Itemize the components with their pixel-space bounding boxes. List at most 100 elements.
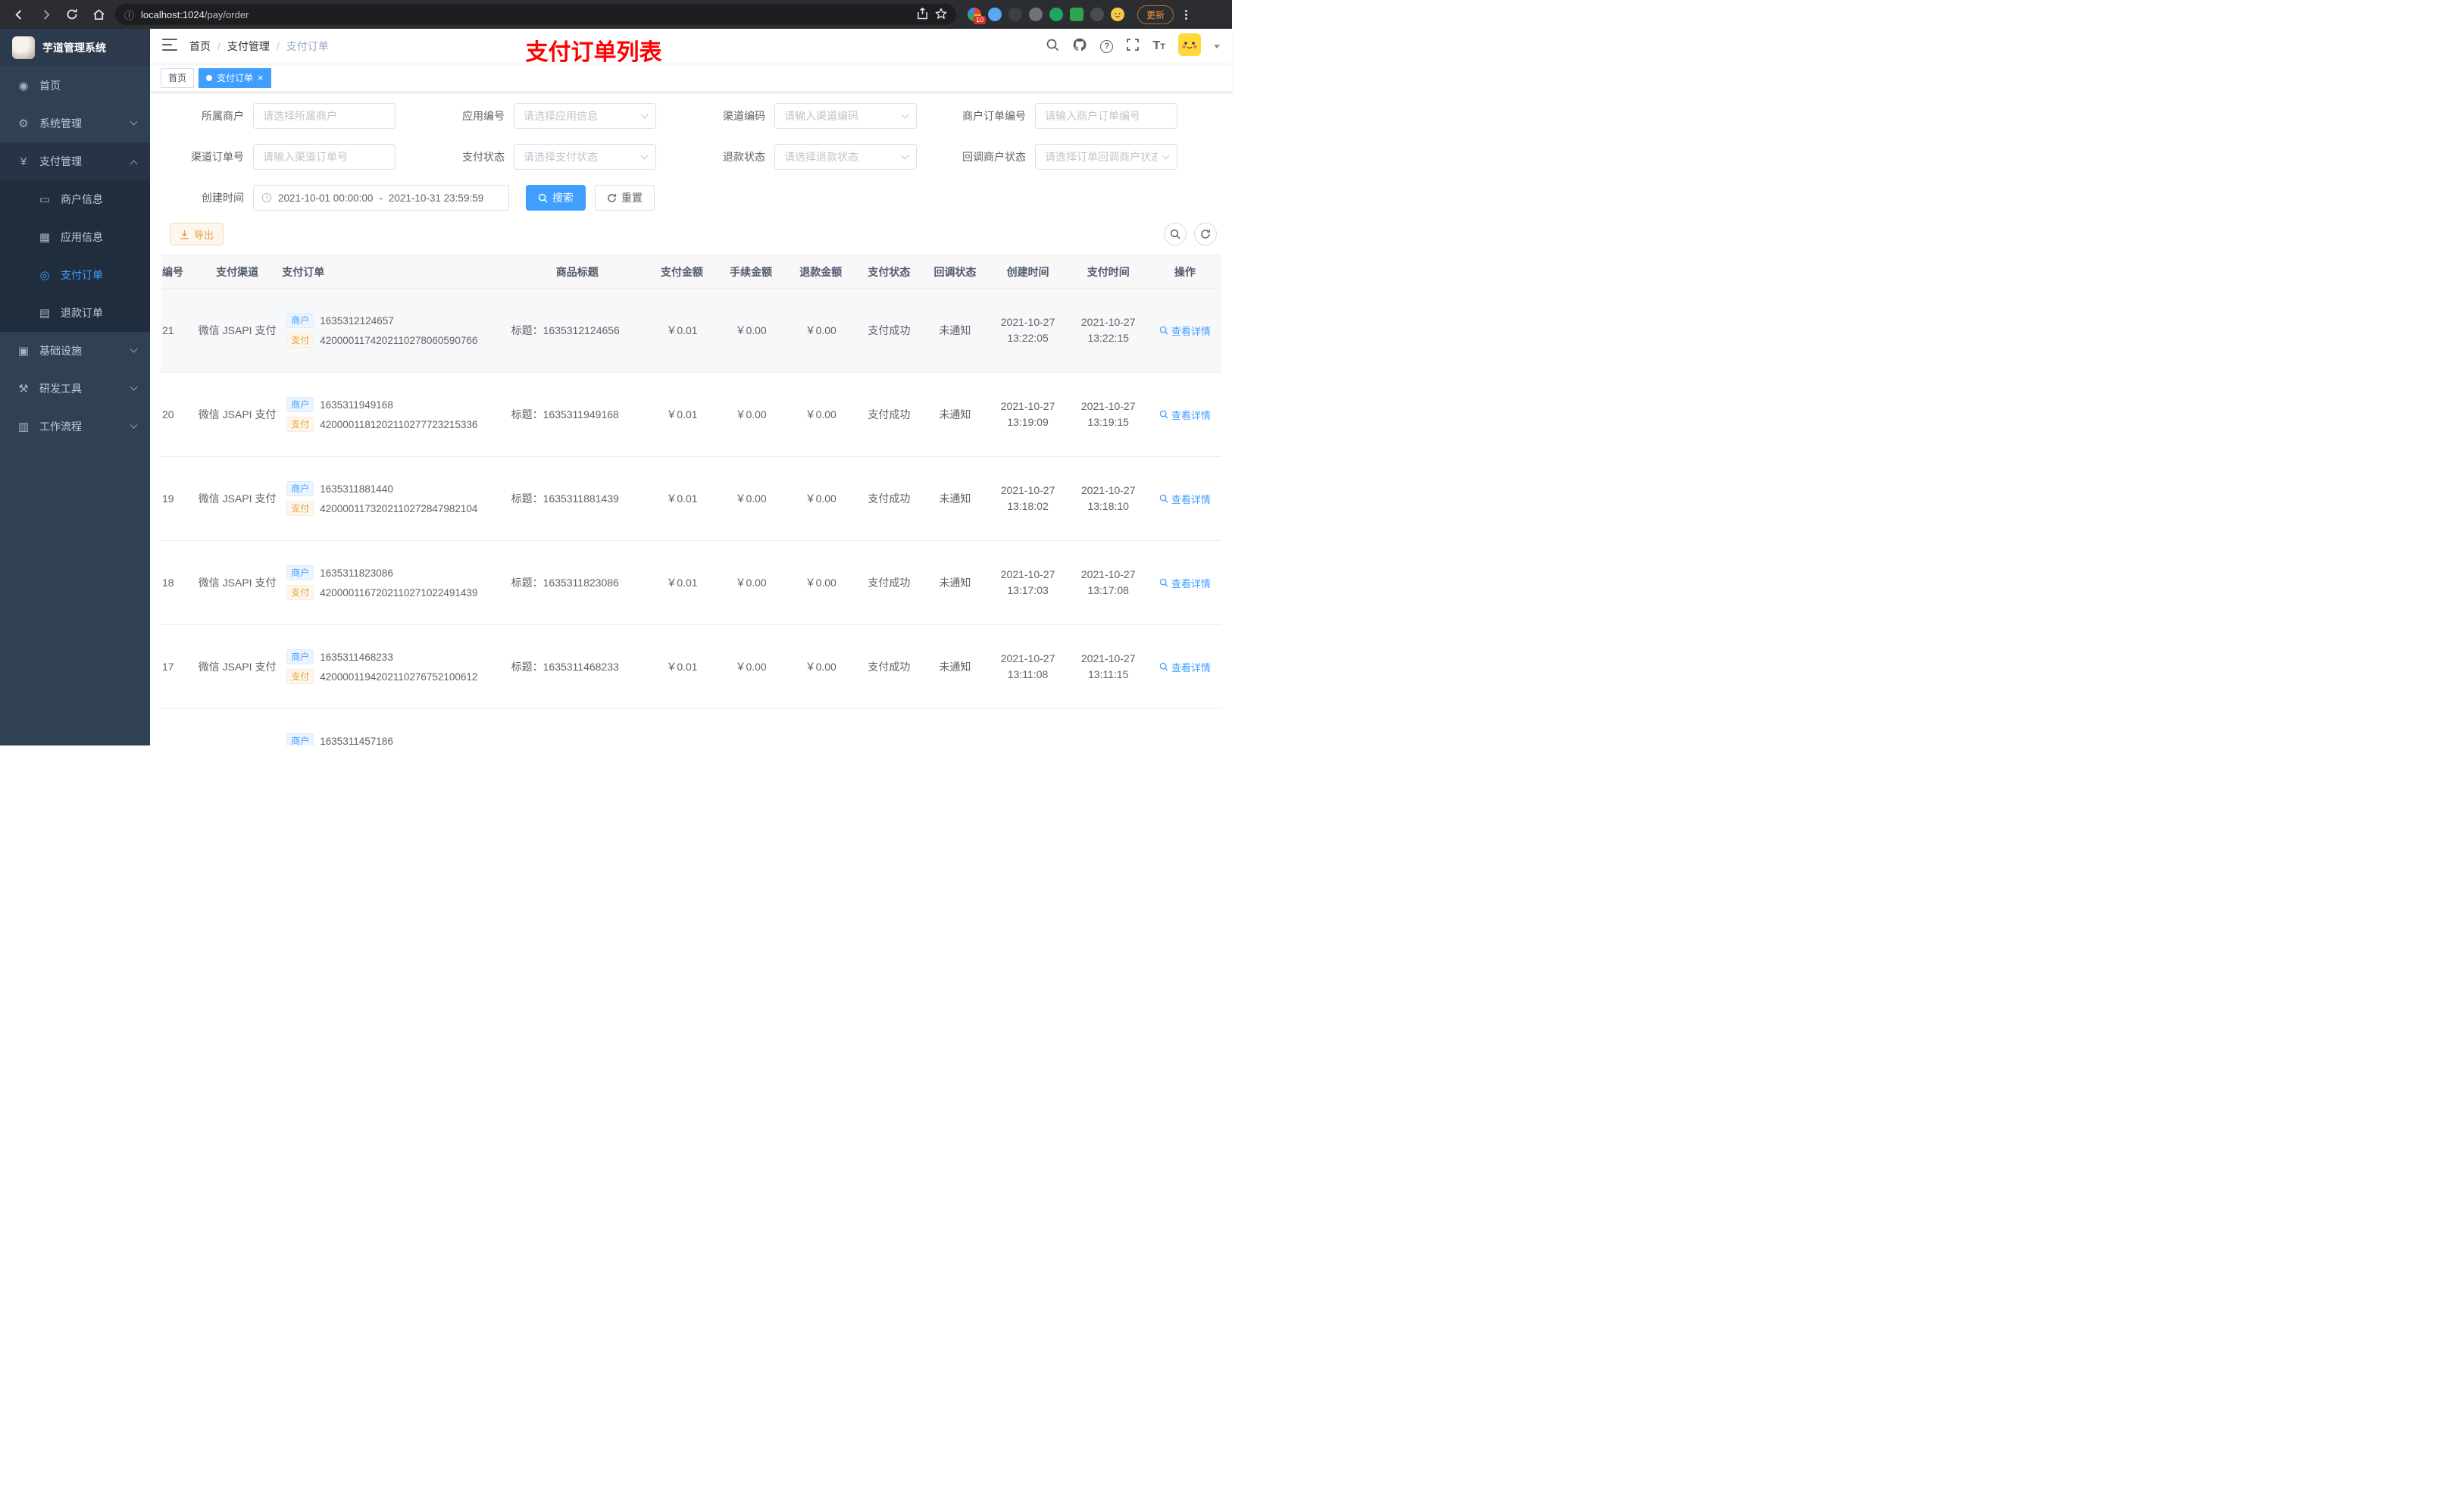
tab-home[interactable]: 首页 [161,67,195,88]
pay-tag: 支付 [286,501,314,516]
breadcrumb-current: 支付订单 [286,40,329,52]
merchant-order-label: 商户订单编号 [962,110,1026,122]
pay-channel: 微信 JSAPI 支付 [192,288,283,373]
refund-amount: ￥0.00 [786,288,856,373]
date-range-picker[interactable]: 2021-10-01 00:00:00 - 2021-10-31 23:59:5… [253,185,509,211]
pay-order-cell: 商户 1635311949168 支付 4200001181202110277723… [282,372,507,457]
close-icon[interactable]: × [258,73,264,83]
export-button[interactable]: 导出 [170,223,224,245]
view-detail-link[interactable]: 查看详情 [1159,492,1211,506]
extension-icon-1[interactable]: 10 [968,8,986,24]
tools-icon: ⚒ [18,383,29,395]
sidebar-item-system[interactable]: ⚙ 系统管理 [0,105,150,142]
sidebar-item-merchant-info[interactable]: ▭ 商户信息 [0,180,150,218]
clock-icon [261,192,272,203]
tab-pay-order[interactable]: 支付订单 × [199,67,271,88]
pay-time: 2021-10-27 13:19:15 [1068,372,1149,457]
extensions-puzzle-icon[interactable] [1090,8,1104,21]
view-detail-link[interactable]: 查看详情 [1159,660,1211,674]
search-button[interactable]: 搜索 [526,185,586,211]
notify-status-select[interactable]: 请选择订单回调商户状态 [1035,144,1177,170]
refund-status-select[interactable]: 请选择退款状态 [774,144,917,170]
merchant-tag: 商户 [286,313,314,328]
channel-order-input[interactable] [253,144,396,170]
view-detail-link[interactable]: 查看详情 [1159,324,1211,338]
extension-icon-4[interactable] [1029,8,1043,21]
browser-reload-icon[interactable] [62,5,82,24]
sidebar-item-infrastructure[interactable]: ▣ 基础设施 [0,332,150,370]
address-bar[interactable]: ⓘ localhost:1024/pay/order [115,4,956,25]
notify-status: 未通知 [922,288,988,373]
share-icon[interactable] [917,7,928,22]
dashboard-icon: ◉ [18,80,29,92]
table-row: 20 微信 JSAPI 支付 商户 1635311949168 支付 4200001… [161,372,1221,457]
browser-update-button[interactable]: 更新 [1137,5,1174,24]
product-title: 标题：1635311468233 [506,624,648,709]
chevron-down-icon [640,111,649,119]
fullscreen-icon[interactable] [1126,38,1140,55]
sidebar-item-pay-order[interactable]: ◎ 支付订单 [0,256,150,294]
help-icon[interactable]: ? [1100,39,1114,53]
site-info-icon[interactable]: ⓘ [124,8,134,22]
sidebar-item-refund-order[interactable]: ▤ 退款订单 [0,294,150,332]
channel-code-select[interactable]: 请输入渠道编码 [774,103,917,129]
profile-memoji-icon[interactable] [1111,8,1124,21]
merchant-order-input[interactable] [1035,103,1177,129]
pay-amount: ￥0.01 [647,456,717,541]
breadcrumb-home[interactable]: 首页 [189,39,211,54]
reset-button[interactable]: 重置 [595,185,655,211]
extension-icon-5[interactable] [1049,8,1063,21]
refresh-table-button[interactable] [1194,223,1217,245]
sidebar-item-label: 应用信息 [61,231,103,243]
merchant-tag: 商户 [286,565,314,580]
notify-status: 未通知 [922,456,988,541]
sidebar-item-payment[interactable]: ¥ 支付管理 [0,142,150,180]
pay-status-select[interactable]: 请选择支付状态 [514,144,656,170]
view-detail-link[interactable]: 查看详情 [1159,576,1211,590]
view-detail-link[interactable]: 查看详情 [1159,408,1211,422]
sidebar-item-label: 支付管理 [39,155,82,167]
font-size-icon[interactable]: TT [1152,39,1165,53]
extension-icon-2[interactable] [988,8,1002,21]
merchant-tag: 商户 [286,649,314,664]
hamburger-icon[interactable] [162,38,177,55]
app-title: 芋道管理系统 [42,42,106,54]
download-icon [180,230,189,239]
bookmark-star-icon[interactable] [935,8,947,22]
chevron-down-icon [130,345,138,353]
github-icon[interactable] [1072,37,1087,56]
create-time-label: 创建时间 [202,192,244,204]
pay-time: 2021-10-27 13:11:15 [1068,624,1149,709]
refresh-icon [1201,230,1211,239]
col-id: 编号 [161,255,193,289]
table-row: 21 微信 JSAPI 支付 商户 1635312124657 支付 4200001… [161,288,1221,373]
sidebar-item-home[interactable]: ◉ 首页 [0,67,150,105]
refund-amount: ￥0.00 [786,456,856,541]
sidebar-item-app-info[interactable]: ▦ 应用信息 [0,218,150,256]
browser-home-icon[interactable] [89,5,108,24]
breadcrumb-payment[interactable]: 支付管理 [227,39,270,54]
sidebar-item-label: 商户信息 [61,193,103,205]
app-id-select[interactable]: 请选择应用信息 [514,103,656,129]
create-time: 2021-10-27 13:19:09 [987,372,1068,457]
table-row-partial: 商户 1635311457186 [161,708,1221,746]
extension-icon-6[interactable] [1070,8,1083,21]
pay-time: 2021-10-27 13:22:15 [1068,288,1149,373]
chevron-down-icon [640,152,649,160]
chevron-down-icon [130,420,138,429]
browser-forward-icon[interactable] [36,5,55,24]
search-icon[interactable] [1046,38,1059,55]
toggle-search-button[interactable] [1164,223,1187,245]
merchant-input[interactable] [253,103,396,129]
extension-icon-3[interactable] [1008,8,1022,21]
user-avatar[interactable] [1178,33,1201,60]
payment-submenu: ▭ 商户信息 ▦ 应用信息 ◎ 支付订单 ▤ 退款订单 [0,180,150,332]
browser-menu-icon[interactable] [1185,9,1188,20]
sidebar-item-dev-tools[interactable]: ⚒ 研发工具 [0,370,150,408]
product-title: 标题：1635311881439 [506,456,648,541]
chevron-down-icon [1162,152,1170,160]
avatar-caret-icon[interactable] [1214,44,1220,48]
browser-back-icon[interactable] [9,5,29,24]
sidebar-item-workflow[interactable]: ▥ 工作流程 [0,408,150,445]
create-time: 2021-10-27 13:18:02 [987,456,1068,541]
